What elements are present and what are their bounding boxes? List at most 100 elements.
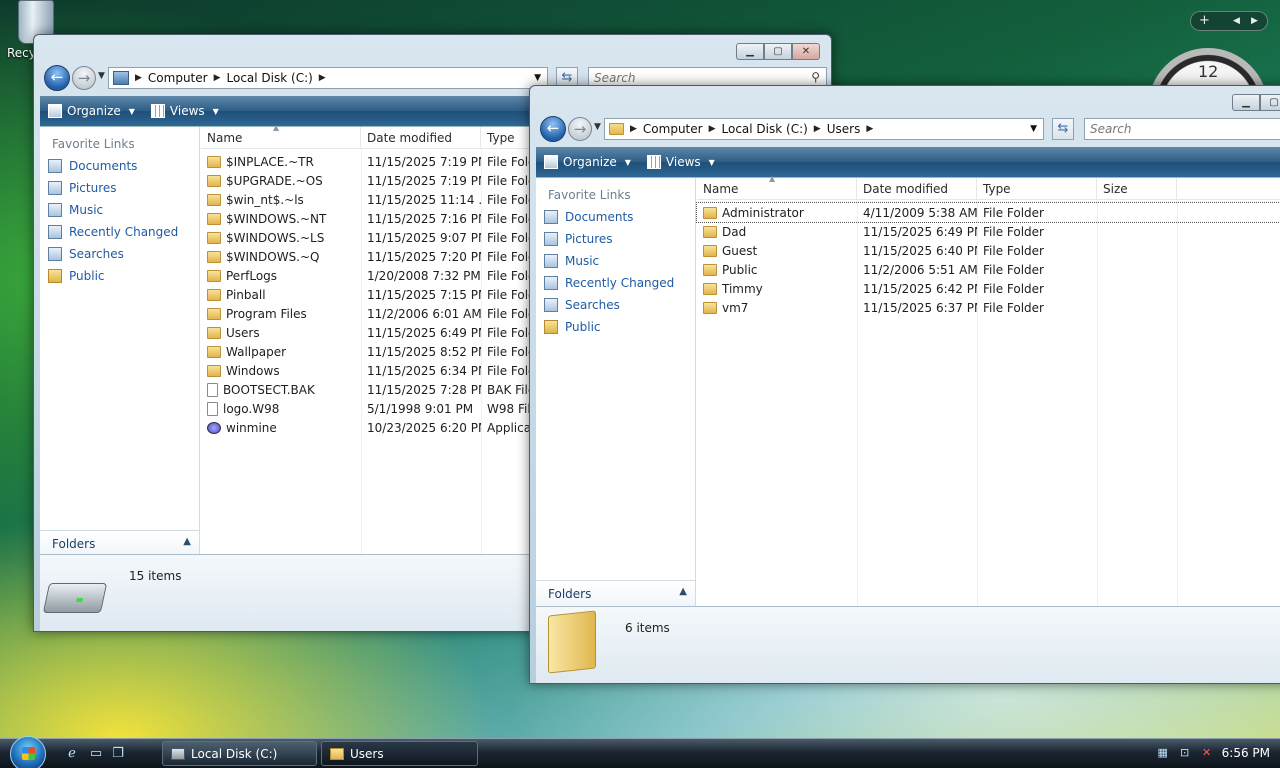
breadcrumb-separator-icon[interactable]: ▶ — [709, 124, 716, 134]
music-icon — [544, 254, 558, 268]
file-type: File Folder — [983, 300, 1044, 315]
tray-app-icon[interactable]: ▦ — [1156, 746, 1170, 760]
file-date-modified: 11/2/2006 6:01 AM — [367, 306, 481, 321]
views-button[interactable]: Views ▼ — [150, 104, 219, 118]
taskbar: ℯ ▭ ❐ Local Disk (C:) Users ▦ ⊡ ✕ 6:56 P… — [0, 736, 1280, 768]
address-dropdown-icon[interactable]: ▼ — [1030, 124, 1037, 134]
back-button[interactable]: ← — [44, 65, 70, 91]
file-name: $WINDOWS.~NT — [226, 211, 327, 226]
breadcrumb-computer[interactable]: Computer — [643, 122, 703, 136]
show-desktop-icon[interactable]: ▭ — [88, 746, 104, 762]
nav-link-documents[interactable]: Documents — [40, 155, 199, 177]
breadcrumb-separator-icon[interactable]: ▶ — [214, 73, 221, 83]
file-name: $WINDOWS.~LS — [226, 230, 325, 245]
breadcrumb-separator-icon[interactable]: ▶ — [814, 124, 821, 134]
taskbar-button-users[interactable]: Users — [321, 741, 478, 766]
breadcrumb-separator-icon[interactable]: ▶ — [135, 73, 142, 83]
chevron-up-icon: ▲ — [183, 536, 191, 547]
views-button[interactable]: Views ▼ — [646, 155, 715, 169]
address-dropdown-icon[interactable]: ▼ — [534, 73, 541, 83]
folders-toggle[interactable]: Folders ▲ — [536, 580, 695, 606]
next-gadget-icon[interactable]: ▶ — [1251, 16, 1258, 26]
file-row[interactable]: vm7 11/15/2025 6:37 PM File Folder — [697, 298, 1280, 317]
previous-gadget-icon[interactable]: ◀ — [1233, 16, 1240, 26]
file-name: BOOTSECT.BAK — [223, 382, 315, 397]
nav-link-pictures[interactable]: Pictures — [40, 177, 199, 199]
nav-link-public[interactable]: Public — [40, 265, 199, 287]
address-bar[interactable]: ▶ Computer ▶ Local Disk (C:) ▶ Users ▶ ▼ — [604, 118, 1044, 140]
folder-icon — [207, 174, 221, 187]
file-icon — [207, 382, 218, 397]
file-name: $win_nt$.~ls — [226, 192, 304, 207]
switch-windows-icon[interactable]: ❐ — [110, 746, 126, 762]
file-row[interactable]: Timmy 11/15/2025 6:42 PM File Folder — [697, 279, 1280, 298]
column-header-type[interactable]: Type — [977, 178, 1097, 199]
nav-link-searches[interactable]: Searches — [40, 243, 199, 265]
breadcrumb-separator-icon[interactable]: ▶ — [630, 124, 637, 134]
column-header-date-modified[interactable]: Date modified — [361, 127, 481, 148]
search-icon[interactable]: ⚲ — [811, 70, 820, 84]
tray-clock[interactable]: 6:56 PM — [1222, 746, 1270, 760]
taskbar-button-local-disk[interactable]: Local Disk (C:) — [162, 741, 317, 766]
file-name-cell: winmine — [201, 421, 361, 435]
folders-toggle[interactable]: Folders ▲ — [40, 530, 199, 556]
recent-pages-dropdown-icon[interactable]: ▼ — [594, 122, 601, 132]
breadcrumb-local-disk[interactable]: Local Disk (C:) — [227, 71, 313, 85]
organize-button[interactable]: Organize ▼ — [48, 104, 135, 118]
folder-icon — [207, 307, 221, 320]
nav-link-documents[interactable]: Documents — [536, 206, 695, 228]
column-header-name[interactable]: Name ▲ — [201, 123, 361, 148]
file-row[interactable]: Administrator 4/11/2009 5:38 AM File Folde… — [696, 202, 1280, 223]
organize-button[interactable]: Organize ▼ — [544, 155, 631, 169]
details-pane: 6 items — [536, 606, 1280, 683]
column-header-date-modified[interactable]: Date modified — [857, 178, 977, 199]
network-icon[interactable]: ⊡ — [1178, 746, 1192, 760]
maximize-button[interactable]: ▢ — [764, 43, 792, 60]
back-button[interactable]: ← — [540, 116, 566, 142]
internet-explorer-icon[interactable]: ℯ — [64, 746, 80, 762]
close-button[interactable]: ✕ — [792, 43, 820, 60]
file-date-modified: 5/1/1998 9:01 PM — [367, 401, 474, 416]
column-header-size[interactable]: Size — [1097, 178, 1177, 199]
forward-button[interactable]: → — [568, 117, 592, 141]
breadcrumb-users[interactable]: Users — [827, 122, 861, 136]
maximize-button[interactable]: ▢ — [1260, 94, 1280, 111]
forward-button[interactable]: → — [72, 66, 96, 90]
file-date-modified: 11/15/2025 11:14 ... — [367, 192, 481, 207]
file-row[interactable]: Dad 11/15/2025 6:49 PM File Folder — [697, 222, 1280, 241]
file-date-modified: 10/23/2025 6:20 PM — [367, 420, 481, 435]
nav-link-recently-changed[interactable]: Recently Changed — [40, 221, 199, 243]
breadcrumb-computer[interactable]: Computer — [148, 71, 208, 85]
views-label: Views — [169, 104, 205, 118]
file-name-cell: logo.W98 — [201, 401, 361, 416]
volume-muted-icon[interactable]: ✕ — [1200, 746, 1214, 760]
nav-link-label: Pictures — [69, 181, 117, 195]
search-input[interactable]: Search — [1084, 118, 1280, 140]
nav-link-pictures[interactable]: Pictures — [536, 228, 695, 250]
nav-link-public[interactable]: Public — [536, 316, 695, 338]
start-button[interactable] — [10, 736, 46, 768]
column-header-name[interactable]: Name ▲ — [697, 174, 857, 199]
nav-link-searches[interactable]: Searches — [536, 294, 695, 316]
nav-link-music[interactable]: Music — [40, 199, 199, 221]
breadcrumb-local-disk[interactable]: Local Disk (C:) — [722, 122, 808, 136]
refresh-button[interactable]: ⇆ — [1052, 118, 1074, 140]
folder-icon — [207, 212, 221, 225]
recent-pages-dropdown-icon[interactable]: ▼ — [98, 71, 105, 81]
file-date-modified: 11/15/2025 7:20 PM — [367, 249, 481, 264]
file-name-cell: Public — [697, 263, 857, 277]
nav-link-music[interactable]: Music — [536, 250, 695, 272]
nav-link-recently-changed[interactable]: Recently Changed — [536, 272, 695, 294]
file-row[interactable]: Public 11/2/2006 5:51 AM File Folder — [697, 260, 1280, 279]
chevron-down-icon: ▼ — [708, 157, 715, 167]
breadcrumb-separator-icon[interactable]: ▶ — [866, 124, 873, 134]
minimize-button[interactable]: ▁ — [1232, 94, 1260, 111]
chevron-down-icon: ▼ — [624, 157, 631, 167]
address-bar[interactable]: ▶ Computer ▶ Local Disk (C:) ▶ ▼ — [108, 67, 548, 89]
minimize-button[interactable]: ▁ — [736, 43, 764, 60]
explorer-window-users[interactable]: ▁ ▢ ← → ▼ ▶ Computer ▶ Local Disk (C:) ▶… — [529, 85, 1280, 684]
breadcrumb-separator-icon[interactable]: ▶ — [319, 73, 326, 83]
views-icon — [150, 104, 165, 118]
add-gadget-icon[interactable]: + — [1199, 13, 1210, 28]
file-row[interactable]: Guest 11/15/2025 6:40 PM File Folder — [697, 241, 1280, 260]
